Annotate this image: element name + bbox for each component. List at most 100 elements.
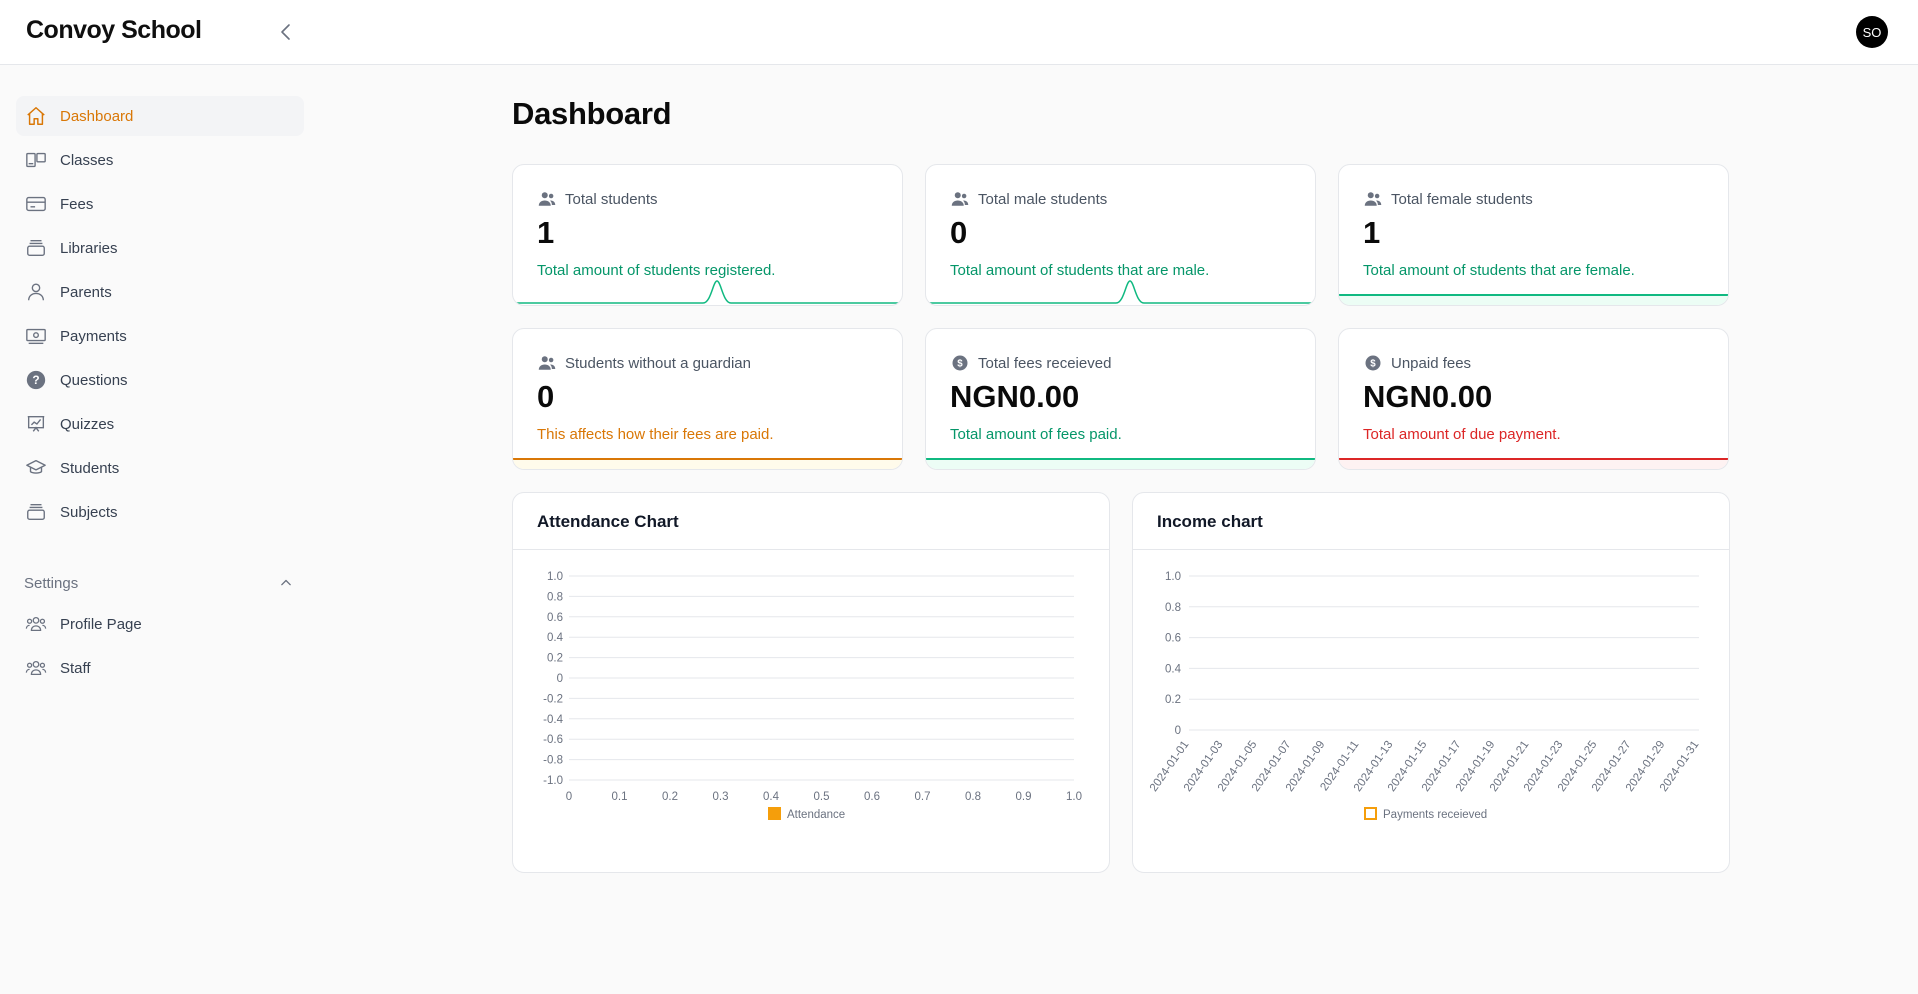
sidebar-item-dashboard[interactable]: Dashboard (16, 96, 304, 136)
chart-header: Attendance Chart (513, 493, 1109, 550)
app-brand[interactable]: Convoy School (26, 16, 202, 45)
sidebar-item-label: Classes (60, 151, 114, 169)
legend-swatch (768, 807, 781, 820)
users-group-icon (24, 656, 48, 680)
stat-sparkline (926, 458, 1315, 469)
sidebar-item-label: Dashboard (60, 107, 134, 125)
chart-title: Attendance Chart (537, 512, 679, 531)
chart-title: Income chart (1157, 512, 1263, 531)
stat-card-students-without-guardian: Students without a guardian 0 This affec… (512, 328, 903, 470)
banknote-icon (24, 324, 48, 348)
y-tick-label: 1.0 (547, 571, 563, 583)
classes-icon (24, 148, 48, 172)
stat-card-total-students: Total students 1 Total amount of student… (512, 164, 903, 306)
sidebar-item-label: Parents (60, 283, 112, 301)
stat-label: Total male students (978, 190, 1108, 208)
stat-card-unpaid-fees: $ Unpaid fees NGN0.00 Total amount of du… (1338, 328, 1729, 470)
collapse-sidebar-button[interactable] (274, 20, 298, 44)
stat-label: Total female students (1391, 190, 1533, 208)
stat-sparkline (513, 280, 902, 304)
stat-label: Total students (565, 190, 658, 208)
sidebar-item-quizzes[interactable]: Quizzes (16, 404, 304, 444)
stat-value: 1 (1363, 215, 1381, 250)
users-icon (537, 353, 557, 373)
top-bar: Convoy School SO (0, 0, 1918, 65)
sidebar-item-label: Staff (60, 659, 91, 677)
legend-label: Attendance (787, 809, 845, 821)
stat-value: 0 (537, 379, 555, 414)
credit-card-icon (24, 192, 48, 216)
settings-group-label: Settings (24, 574, 79, 592)
y-tick-label: -0.6 (543, 734, 563, 746)
stat-sparkline (1339, 294, 1728, 305)
x-tick-label: 0.9 (1016, 791, 1032, 803)
stat-label: Total fees receieved (978, 354, 1112, 372)
sidebar-item-label: Students (60, 459, 120, 477)
sidebar-item-label: Profile Page (60, 615, 142, 633)
chart-header: Income chart (1133, 493, 1729, 550)
y-tick-label: -0.2 (543, 693, 563, 705)
question-circle-icon: ? (24, 368, 48, 392)
y-tick-label: -0.8 (543, 755, 563, 767)
user-avatar[interactable]: SO (1856, 16, 1888, 48)
stat-value: 1 (537, 215, 555, 250)
sidebar-item-payments[interactable]: Payments (16, 316, 304, 356)
stat-sparkline (1339, 458, 1728, 469)
legend-swatch (1364, 807, 1377, 820)
sidebar-item-label: Subjects (60, 503, 118, 521)
graduation-cap-icon (24, 456, 48, 480)
y-tick-label: 0.6 (1165, 633, 1181, 645)
x-tick-label: 0.6 (864, 791, 880, 803)
x-tick-label: 0.1 (612, 791, 628, 803)
users-icon (950, 189, 970, 209)
users-icon (1363, 189, 1383, 209)
sidebar-item-parents[interactable]: Parents (16, 272, 304, 312)
sidebar-item-profile-page[interactable]: Profile Page (16, 604, 304, 644)
sidebar-item-staff[interactable]: Staff (16, 648, 304, 688)
library-icon (24, 236, 48, 260)
attendance-chart-card: Attendance Chart 1.0 0.8 0.6 0.4 0.2 0 -0.2 -0.… (512, 492, 1110, 873)
sidebar-item-students[interactable]: Students (16, 448, 304, 488)
home-icon (24, 104, 48, 128)
stat-value: NGN0.00 (1363, 379, 1493, 414)
settings-group-toggle[interactable]: Settings (16, 563, 304, 603)
x-tick-label: 0.4 (763, 791, 780, 803)
y-tick-label: 0.2 (1165, 694, 1181, 706)
sidebar-item-libraries[interactable]: Libraries (16, 228, 304, 268)
library-icon (24, 500, 48, 524)
sidebar-item-label: Quizzes (60, 415, 115, 433)
users-icon (537, 189, 557, 209)
sidebar-item-questions[interactable]: ? Questions (16, 360, 304, 400)
attendance-chart: 1.00.80.60.40.20-0.2-0.4-0.6-0.8-1.00 0.1… (543, 571, 1082, 821)
sidebar-item-label: Questions (60, 371, 128, 389)
chevron-left-icon (281, 24, 290, 40)
presentation-chart-icon (24, 412, 48, 436)
x-tick-label: 0.3 (713, 791, 729, 803)
sidebar-item-label: Libraries (60, 239, 118, 257)
sidebar-item-label: Payments (60, 327, 127, 345)
stat-label: Students without a guardian (565, 354, 751, 372)
users-group-icon (24, 612, 48, 636)
stat-sparkline (513, 458, 902, 469)
y-tick-label: 0.4 (1165, 663, 1182, 675)
sidebar-item-subjects[interactable]: Subjects (16, 492, 304, 532)
legend-label: Payments receieved (1383, 809, 1487, 821)
svg-text:?: ? (32, 373, 39, 387)
dollar-circle-icon: $ (1363, 353, 1383, 373)
y-tick-label: 0 (557, 673, 563, 685)
y-tick-label: 0.2 (547, 653, 563, 665)
income-chart: 1.00.80.60.40.202024-01-012024-01-032024… (1148, 571, 1702, 821)
stat-sparkline (926, 280, 1315, 304)
y-tick-label: -0.4 (543, 714, 563, 726)
stat-label: Unpaid fees (1391, 354, 1472, 372)
x-tick-label: 0.2 (662, 791, 678, 803)
sidebar-item-fees[interactable]: Fees (16, 184, 304, 224)
sidebar-item-classes[interactable]: Classes (16, 140, 304, 180)
y-tick-label: 0.6 (547, 612, 563, 624)
user-icon (24, 280, 48, 304)
y-tick-label: 0.8 (547, 591, 563, 603)
y-tick-label: 0 (1175, 725, 1181, 737)
sidebar: Dashboard Classes Fees Libraries Parents… (0, 65, 320, 994)
y-tick-label: 0.8 (1165, 602, 1181, 614)
stat-card-total-female-students: Total female students 1 Total amount of … (1338, 164, 1729, 306)
